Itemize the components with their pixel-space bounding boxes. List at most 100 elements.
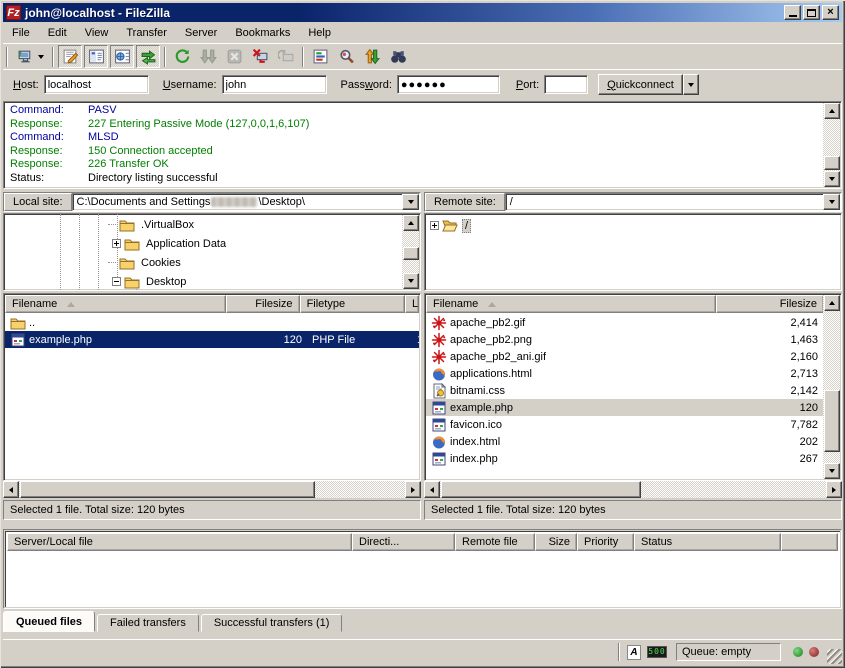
remote-list-scrollbar[interactable] [823,295,840,479]
tree-item-root[interactable]: / [430,216,471,235]
file-name: index.html [450,436,500,448]
file-row[interactable]: bitnami.css 2,142 [426,382,823,399]
toggle-message-log-button[interactable] [58,45,82,68]
file-row[interactable]: apache_pb2_ani.gif 2,160 [426,348,823,365]
scroll-right-button[interactable] [405,481,421,498]
column-header-filename[interactable]: Filename [5,295,226,313]
folder-icon [124,236,140,252]
tree-item-application-data[interactable]: Application Data [112,234,228,253]
column-header-filesize[interactable]: Filesize [226,295,299,313]
log-line: Status:Directory listing successful [10,172,841,186]
expand-plus-icon[interactable] [430,221,439,230]
menu-help[interactable]: Help [299,25,340,41]
scroll-thumb[interactable] [20,481,315,498]
scroll-down-button[interactable] [824,463,840,479]
local-tree-scrollbar[interactable] [402,215,419,289]
file-row-example-php[interactable]: example.php 120 [426,399,823,416]
quickconnect-button-key: Q [607,79,616,91]
column-header-server-local-file[interactable]: Server/Local file [7,533,352,551]
menu-bookmarks[interactable]: Bookmarks [226,25,299,41]
file-row[interactable]: apache_pb2.png 1,463 [426,331,823,348]
minimize-button[interactable] [784,5,801,20]
username-input[interactable] [222,75,327,94]
scroll-up-button[interactable] [824,295,840,311]
directory-listing-filters-button[interactable] [308,45,332,68]
close-button[interactable]: × [822,5,839,20]
collapse-minus-icon[interactable] [112,277,121,286]
tab-failed-transfers[interactable]: Failed transfers [97,614,199,632]
password-input[interactable] [397,75,500,94]
tab-successful-transfers[interactable]: Successful transfers (1) [201,614,343,632]
scroll-up-button[interactable] [403,215,419,231]
directory-comparison-button[interactable] [334,45,358,68]
scroll-right-button[interactable] [826,481,842,498]
local-site-combobox[interactable]: C:\Documents and Settings\Desktop\ [72,193,420,211]
site-manager-button[interactable] [12,45,48,68]
column-header-filesize[interactable]: Filesize [716,295,824,313]
column-header-status[interactable]: Status [634,533,781,551]
menu-view[interactable]: View [76,25,118,41]
file-size: 202 [800,436,818,448]
port-label-post: ort: [523,79,539,91]
tree-item-virtualbox[interactable]: .VirtualBox [108,215,196,234]
toggle-transfer-queue-button[interactable] [136,45,160,68]
tab-queued-files[interactable]: Queued files [3,611,95,632]
column-header-direction[interactable]: Directi... [352,533,455,551]
menu-transfer[interactable]: Transfer [117,25,176,41]
scroll-left-button[interactable] [424,481,440,498]
file-row[interactable]: index.php 267 [426,450,823,467]
file-row[interactable]: applications.html 2,713 [426,365,823,382]
file-row[interactable]: index.html 202 [426,433,823,450]
local-site-dropdown-button[interactable] [402,194,419,210]
file-row[interactable]: apache_pb2.gif 2,414 [426,314,823,331]
reconnect-button[interactable] [274,45,298,68]
local-list-hscrollbar[interactable] [3,481,421,498]
file-row-example-php[interactable]: example.php 120 PHP File 1 [5,331,419,348]
resize-grip[interactable] [827,649,842,664]
log-scrollbar[interactable] [823,103,840,187]
scroll-thumb[interactable] [824,390,840,452]
scroll-down-button[interactable] [403,273,419,289]
quickconnect-button[interactable]: Quickconnect [598,74,683,95]
column-header-remote-file[interactable]: Remote file [455,533,535,551]
scroll-thumb[interactable] [441,481,641,498]
process-queue-button[interactable] [196,45,220,68]
speed-limits-icon[interactable] [647,646,667,658]
refresh-button[interactable] [170,45,194,68]
scroll-thumb[interactable] [403,247,419,260]
scroll-thumb[interactable] [824,156,840,170]
remote-list-hscrollbar[interactable] [424,481,842,498]
expand-plus-icon[interactable] [112,239,121,248]
remote-site-combobox[interactable]: / [505,193,841,211]
column-header-lastmodified[interactable]: L [405,295,419,313]
column-header-size[interactable]: Size [535,533,577,551]
column-header-filetype[interactable]: Filetype [300,295,405,313]
toggle-remote-tree-button[interactable] [110,45,134,68]
port-input[interactable] [544,75,588,94]
log-line: Response:227 Entering Passive Mode (127,… [10,118,841,132]
tree-item-desktop[interactable]: Desktop [112,272,188,291]
toggle-local-tree-button[interactable] [84,45,108,68]
scroll-left-button[interactable] [3,481,19,498]
maximize-button[interactable] [803,5,820,20]
cancel-operation-button[interactable] [222,45,246,68]
scroll-down-button[interactable] [824,171,840,187]
find-files-button[interactable] [386,45,410,68]
menu-server[interactable]: Server [176,25,226,41]
column-header-filename[interactable]: Filename [426,295,716,313]
file-row[interactable]: favicon.ico 7,782 [426,416,823,433]
file-row-parent-dir[interactable]: .. [5,314,419,331]
synchronized-browsing-button[interactable] [360,45,384,68]
remote-site-dropdown-button[interactable] [823,194,840,210]
scroll-up-button[interactable] [824,103,840,119]
site-manager-dropdown-arrow[interactable] [38,55,44,62]
datatype-ascii-icon[interactable] [627,645,641,660]
disconnect-button[interactable] [248,45,272,68]
menu-file[interactable]: File [3,25,39,41]
tree-item-cookies[interactable]: Cookies [108,253,183,272]
menu-edit[interactable]: Edit [39,25,76,41]
host-input[interactable] [44,75,149,94]
column-header-priority[interactable]: Priority [577,533,634,551]
quickconnect-dropdown-button[interactable] [683,74,699,95]
tree-guide [98,214,99,290]
